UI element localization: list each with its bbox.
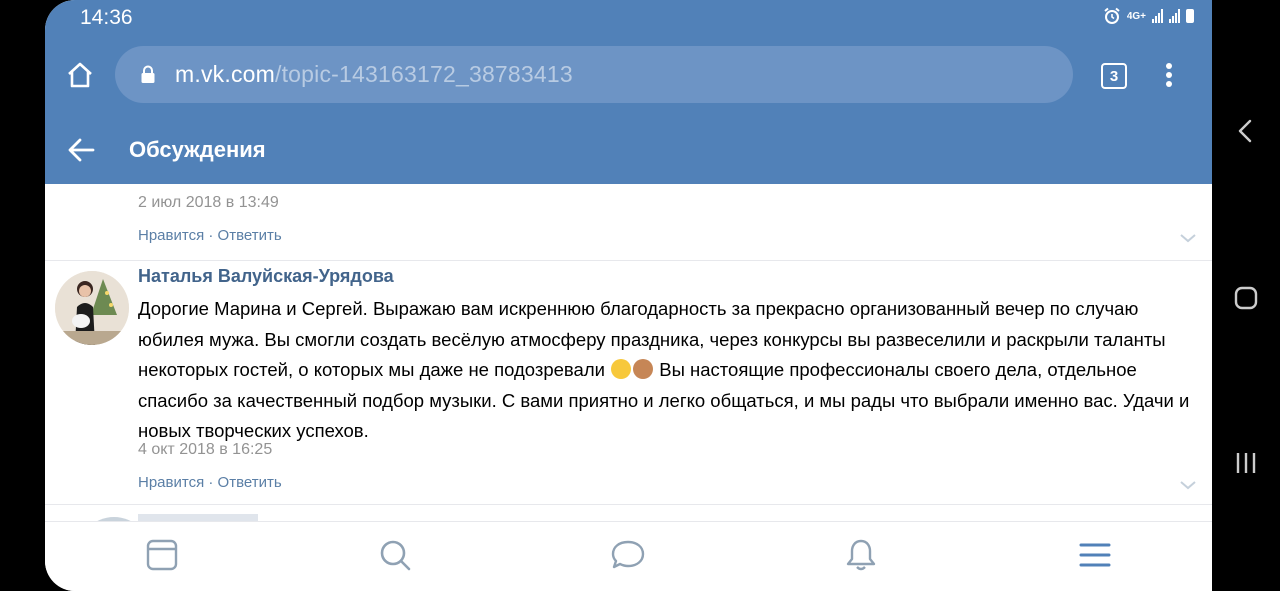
bottom-nav: [45, 521, 1212, 591]
chevron-down-icon[interactable]: [1179, 233, 1197, 243]
messages-icon[interactable]: [611, 538, 645, 572]
menu-icon[interactable]: [1078, 538, 1112, 572]
more-icon[interactable]: [1165, 62, 1173, 88]
news-icon[interactable]: [145, 538, 179, 572]
url-path: /topic-143163172_38783413: [275, 61, 573, 87]
notifications-icon[interactable]: [844, 538, 878, 572]
url-bar[interactable]: m.vk.com/topic-143163172_38783413: [115, 46, 1073, 103]
reply-link[interactable]: Ответить: [218, 474, 282, 491]
system-nav-bar: [1212, 0, 1280, 591]
comment-actions: Нравится · Ответить: [138, 227, 282, 244]
page-title: Обсуждения: [129, 137, 266, 162]
status-time: 14:36: [80, 6, 133, 29]
status-icons: 4G+: [1103, 7, 1194, 25]
see-no-evil-monkey-emoji: [633, 359, 654, 379]
comment-actions: Нравится · Ответить: [138, 474, 282, 491]
comments-list: 2 июл 2018 в 13:49 Нравится · Ответить Н…: [45, 184, 1212, 522]
avatar-photo: [55, 271, 129, 345]
wink-emoji: [611, 359, 632, 379]
browser-chrome: 14:36 4G+ m.vk.com/topic-143163172_38783…: [45, 0, 1212, 184]
comment-date: 4 окт 2018 в 16:25: [138, 441, 273, 458]
search-icon[interactable]: [378, 538, 412, 572]
back-arrow-icon[interactable]: [67, 137, 95, 163]
url-text: m.vk.com/topic-143163172_38783413: [175, 61, 573, 88]
home-icon[interactable]: [65, 60, 95, 90]
like-link[interactable]: Нравится: [138, 227, 204, 244]
lock-icon: [141, 65, 155, 83]
signal-icon-2: [1169, 9, 1180, 23]
url-domain: m.vk.com: [175, 61, 275, 87]
system-back-icon[interactable]: [1232, 117, 1260, 145]
system-recents-icon[interactable]: [1232, 449, 1260, 477]
comment-item: Наталья Валуйская-Урядова Дорогие Марина…: [45, 260, 1212, 505]
avatar[interactable]: [55, 271, 129, 345]
reply-link[interactable]: Ответить: [218, 227, 282, 244]
signal-icon: [1152, 9, 1163, 23]
network-type: 4G+: [1126, 10, 1146, 22]
alarm-icon: [1104, 7, 1120, 24]
like-link[interactable]: Нравится: [138, 474, 204, 491]
tabs-count-button[interactable]: 3: [1101, 63, 1127, 89]
action-separator: ·: [204, 474, 218, 491]
comment-date: 2 июл 2018 в 13:49: [138, 194, 279, 211]
comment-text: Дорогие Марина и Сергей. Выражаю вам иск…: [138, 294, 1198, 447]
battery-icon: [1186, 9, 1194, 23]
comment-item: 2 июл 2018 в 13:49 Нравится · Ответить: [45, 184, 1212, 261]
chevron-down-icon[interactable]: [1179, 480, 1197, 490]
action-separator: ·: [204, 227, 218, 244]
system-home-icon[interactable]: [1232, 284, 1260, 312]
phone-screen: 14:36 4G+ m.vk.com/topic-143163172_38783…: [45, 0, 1212, 591]
comment-author[interactable]: Наталья Валуйская-Урядова: [138, 266, 394, 287]
